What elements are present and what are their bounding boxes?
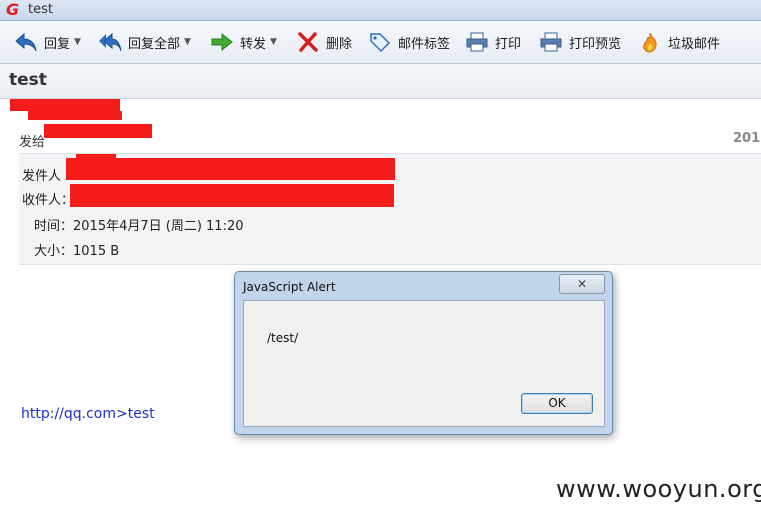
tag-icon: [370, 33, 391, 53]
mail-subject: test: [9, 70, 47, 90]
print-preview-button[interactable]: 打印预览: [539, 30, 621, 54]
watermark-text: www.wooyun.org: [556, 475, 761, 503]
app-logo-icon: G: [6, 0, 20, 19]
printer-icon: [466, 32, 488, 52]
from-label: 发件人: [22, 169, 62, 184]
forward-arrow-icon: [211, 32, 233, 52]
mail-toolbar: 回复 ▼ 回复全部 ▼ 转发 ▼ 删除 邮件标签 打印 打印预览 垃圾邮件: [0, 21, 761, 64]
redaction-block: [44, 124, 152, 138]
window-title: test: [28, 2, 53, 17]
reply-all-button[interactable]: 回复全部 ▼: [98, 30, 191, 54]
print-label: 打印: [495, 36, 522, 52]
subject-bar: test: [0, 64, 761, 99]
spam-button[interactable]: 垃圾邮件: [638, 30, 720, 54]
reply-button[interactable]: 回复 ▼: [14, 30, 81, 54]
delete-label: 删除: [326, 36, 353, 52]
redaction-block: [28, 111, 122, 120]
date-summary: 2015: [733, 131, 761, 146]
print-button[interactable]: 打印: [465, 30, 521, 54]
reply-arrow-icon: [15, 32, 37, 52]
time-label: 时间：2015年4月7日 (周二) 11:20: [34, 219, 244, 234]
javascript-alert-dialog: JavaScript Alert ✕ /test/ OK: [234, 271, 613, 435]
spam-label: 垃圾邮件: [668, 36, 721, 52]
reply-label: 回复: [44, 36, 71, 52]
window-titlebar: G test: [0, 0, 761, 21]
close-button[interactable]: ✕: [559, 274, 605, 294]
tag-button[interactable]: 邮件标签: [368, 30, 450, 54]
chevron-down-icon[interactable]: ▼: [74, 37, 81, 47]
tag-label: 邮件标签: [398, 36, 451, 52]
redaction-block: [10, 99, 120, 111]
size-label: 大小：1015 B: [34, 244, 120, 259]
reply-all-icon: [99, 32, 122, 52]
chevron-down-icon[interactable]: ▼: [184, 37, 191, 47]
delete-x-icon: [298, 32, 318, 52]
printer-icon: [540, 32, 562, 52]
close-icon: ✕: [576, 277, 588, 291]
forward-label: 转发: [240, 36, 267, 52]
forward-button[interactable]: 转发 ▼: [210, 30, 277, 54]
flame-icon: [643, 32, 657, 53]
dialog-message: /test/: [267, 331, 299, 345]
chevron-down-icon[interactable]: ▼: [270, 37, 277, 47]
delete-button[interactable]: 删除: [296, 30, 352, 54]
to-label: 收件人：: [22, 193, 75, 208]
print-preview-label: 打印预览: [569, 36, 622, 52]
dialog-title: JavaScript Alert: [243, 280, 336, 294]
mail-body-link[interactable]: http://qq.com>test: [21, 406, 155, 422]
sender-summary: 发给: [19, 135, 46, 150]
reply-all-label: 回复全部: [128, 36, 181, 52]
redaction-block: [66, 158, 395, 180]
redaction-block: [70, 184, 394, 207]
dialog-content: /test/ OK: [243, 300, 605, 427]
ok-button[interactable]: OK: [521, 393, 593, 414]
